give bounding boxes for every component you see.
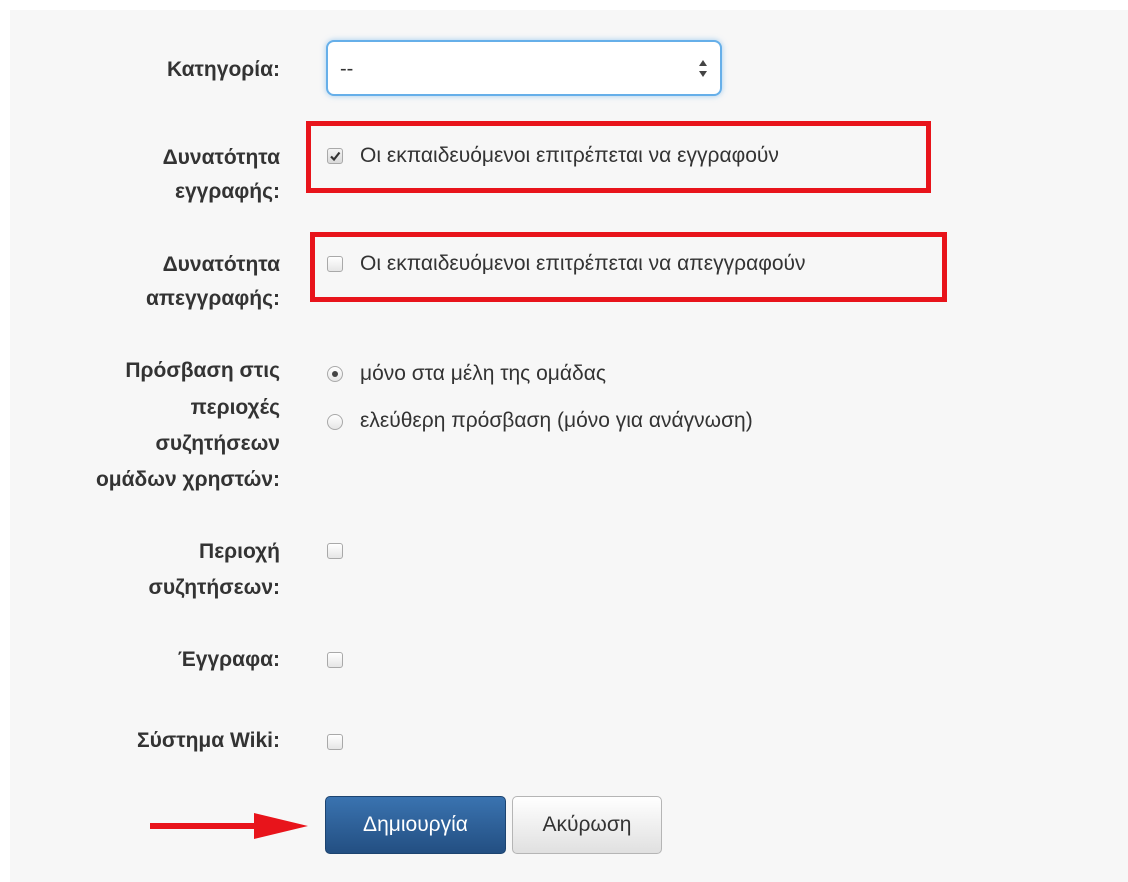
- forum-label-line1: Περιοχή: [199, 540, 280, 563]
- wiki-label: Σύστημα Wiki:: [137, 729, 280, 752]
- forum-label-line2: συζητήσεων:: [148, 576, 280, 599]
- select-arrows-icon: [699, 60, 707, 77]
- category-selected-value: --: [340, 58, 354, 80]
- unregistration-label-line2: απεγγραφής:: [146, 287, 280, 310]
- forum-access-label-line3: συζητήσεων: [155, 432, 280, 455]
- category-select[interactable]: --: [326, 40, 722, 96]
- registration-label-line2: εγγραφής:: [175, 180, 280, 203]
- forum-access-radio-members[interactable]: [327, 366, 343, 382]
- cancel-button[interactable]: Ακύρωση: [512, 796, 662, 854]
- forum-access-option-public: ελεύθερη πρόσβαση (μόνο για ανάγνωση): [360, 409, 753, 432]
- forum-access-radio-public[interactable]: [327, 414, 343, 430]
- forum-access-label-line1: Πρόσβαση στις: [125, 359, 280, 382]
- wiki-checkbox[interactable]: [327, 734, 343, 750]
- forum-checkbox[interactable]: [327, 543, 343, 559]
- forum-access-option-members: μόνο στα μέλη της ομάδας: [360, 362, 607, 385]
- forum-access-label-line4: ομάδων χρηστών:: [95, 468, 280, 491]
- category-label: Κατηγορία:: [166, 58, 280, 81]
- forum-access-label-line2: περιοχές: [190, 396, 280, 419]
- documents-label: Έγγραφα:: [177, 648, 280, 671]
- documents-checkbox[interactable]: [327, 652, 343, 668]
- unregistration-highlight-box: [310, 232, 947, 302]
- registration-label-line1: Δυνατότητα: [162, 146, 280, 169]
- registration-highlight-box: [306, 121, 931, 193]
- create-button[interactable]: Δημιουργία: [325, 796, 506, 854]
- red-arrow-icon: [150, 813, 308, 839]
- radio-selected-dot: [332, 371, 338, 377]
- unregistration-label-line1: Δυνατότητα: [162, 253, 280, 276]
